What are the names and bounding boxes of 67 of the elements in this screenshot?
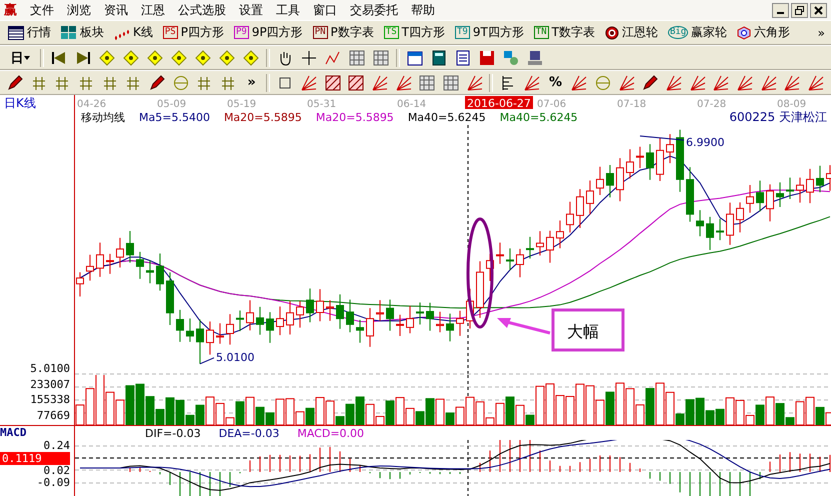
axis-label: 77669 bbox=[36, 410, 70, 422]
legend-item: Ma5=5.5400 bbox=[139, 111, 210, 124]
date-label: 07-06 bbox=[537, 99, 566, 110]
badge-icon: P9 bbox=[234, 26, 249, 39]
macd-value: MACD=0.00 bbox=[297, 426, 364, 440]
dif-value: DIF=-0.03 bbox=[145, 426, 201, 440]
date-label: 05-31 bbox=[307, 99, 336, 110]
date-label: 07-28 bbox=[697, 99, 726, 110]
menu-item[interactable]: 江恩 bbox=[141, 2, 165, 18]
stock-name: 600225 天津松江 bbox=[729, 109, 828, 126]
legend-item: Ma20=5.5895 bbox=[224, 111, 302, 124]
toolbar-button[interactable]: Big 赢家轮 bbox=[666, 22, 730, 44]
toolbar-button[interactable]: TS T四方形 bbox=[382, 22, 447, 44]
toolbar-button[interactable]: PN P数字表 bbox=[310, 22, 376, 44]
axis-label: 233007 bbox=[30, 378, 70, 390]
app-logo: 赢 bbox=[4, 2, 17, 19]
badge-icon: TN bbox=[534, 26, 549, 39]
menu-item[interactable]: 浏览 bbox=[67, 2, 91, 18]
callout-label: 大幅 bbox=[552, 308, 624, 352]
current-value-badge: 0.1119 bbox=[0, 452, 70, 465]
axis-label: 0.24 bbox=[44, 440, 70, 452]
toolbar-button[interactable]: 板块 bbox=[59, 22, 106, 44]
price-label: 5.0100 bbox=[216, 350, 254, 364]
dea-value: DEA=-0.03 bbox=[218, 426, 280, 440]
menu-item[interactable]: 文件 bbox=[30, 2, 54, 18]
date-label: 04-26 bbox=[77, 99, 106, 110]
percent-button[interactable]: % bbox=[546, 72, 564, 92]
badge-icon: PN bbox=[312, 26, 328, 39]
toolbar-button[interactable]: PS P四方形 bbox=[160, 22, 226, 44]
circle-icon: Big bbox=[668, 26, 688, 39]
legend-item: Ma40=5.6245 bbox=[408, 111, 486, 124]
more-button[interactable]: » bbox=[818, 26, 825, 40]
more-button[interactable]: » bbox=[242, 72, 260, 92]
toolbar-button[interactable]: TN T数字表 bbox=[532, 22, 597, 44]
date-label: 07-18 bbox=[617, 99, 646, 110]
badge-icon: T9 bbox=[454, 26, 470, 39]
badge-icon: TS bbox=[384, 26, 399, 39]
toolbar-button[interactable]: 六角形 bbox=[735, 22, 792, 44]
chart-title: 日K线 bbox=[3, 95, 36, 112]
toolbar-button[interactable]: 江恩轮 bbox=[602, 22, 660, 44]
legend-item: Ma20=5.5895 bbox=[316, 111, 394, 124]
date-label: 08-09 bbox=[777, 99, 806, 110]
date-label: 06-14 bbox=[397, 99, 426, 110]
menu-item[interactable]: 工具 bbox=[276, 2, 300, 18]
price-label: 6.9900 bbox=[686, 136, 724, 150]
date-label: 05-09 bbox=[157, 99, 186, 110]
toolbar-button[interactable]: T9 9T四方形 bbox=[452, 22, 526, 44]
menu-item[interactable]: 交易委托 bbox=[350, 2, 398, 18]
menu-item[interactable]: 公式选股 bbox=[178, 2, 226, 18]
axis-label: 155338 bbox=[30, 394, 70, 406]
badge-icon: PS bbox=[162, 26, 178, 39]
date-label: 05-19 bbox=[227, 99, 256, 110]
menu-item[interactable]: 帮助 bbox=[411, 2, 435, 18]
toolbar-button[interactable]: 行情 bbox=[6, 22, 53, 44]
axis-label: -0.09 bbox=[36, 477, 70, 489]
menu-item[interactable]: 窗口 bbox=[313, 2, 337, 18]
indicator-title: MACD bbox=[0, 426, 26, 439]
toolbar-button[interactable]: K线 bbox=[112, 22, 155, 44]
axis-label: 0.02 bbox=[44, 465, 70, 477]
menu-item[interactable]: 设置 bbox=[239, 2, 263, 18]
menu-item[interactable]: 资讯 bbox=[104, 2, 128, 18]
axis-label: 5.0100 bbox=[30, 363, 70, 375]
toolbar-button[interactable]: P9 9P四方形 bbox=[232, 22, 305, 44]
legend-item: Ma40=5.6245 bbox=[500, 111, 578, 124]
period-dropdown[interactable]: 日 bbox=[6, 48, 34, 68]
indicator-name: 移动均线 bbox=[81, 110, 125, 125]
date-label: 2016-06-27 bbox=[465, 96, 533, 110]
